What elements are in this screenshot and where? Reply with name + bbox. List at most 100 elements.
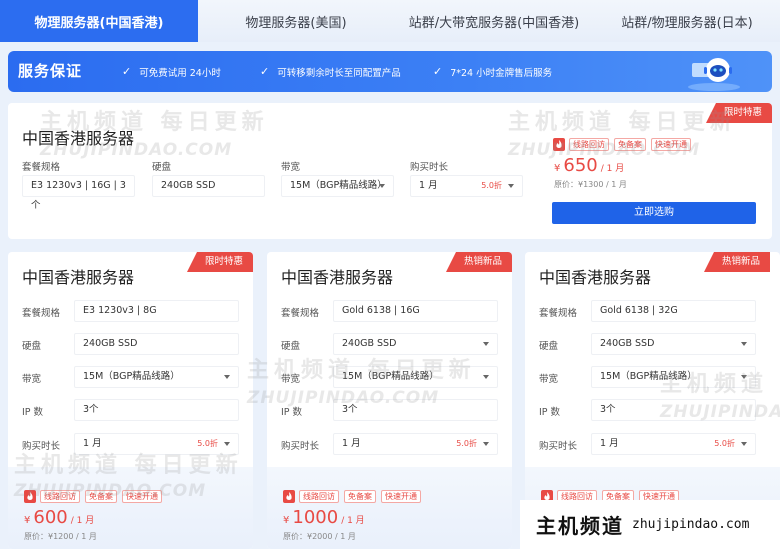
buy-now-button[interactable]: 立即选购 bbox=[552, 202, 756, 224]
service-banner: 服务保证 ✓ 可免费试用 24小时 ✓ 可转移剩余时长至同配置产品 ✓ 7*24… bbox=[8, 51, 772, 92]
chevron-down-icon bbox=[508, 184, 514, 188]
discount-label: 5.0折 bbox=[456, 434, 477, 454]
bandwidth-select[interactable]: 15M（BGP精品线路） bbox=[281, 175, 394, 197]
spec-field: E3 1230v3 | 8G bbox=[74, 300, 239, 322]
chevron-down-icon bbox=[224, 375, 230, 379]
feature-tag: 线路回访 bbox=[299, 490, 339, 503]
chevron-down-icon bbox=[224, 442, 230, 446]
fire-icon bbox=[553, 138, 565, 151]
bandwidth-value: 15M（BGP精品线路） bbox=[342, 371, 439, 382]
ip-value: 3个 bbox=[83, 404, 99, 415]
guarantee-item: ✓ 可免费试用 24小时 bbox=[122, 51, 221, 92]
price-unit: / 1 月 bbox=[71, 516, 94, 526]
spec-field: Gold 6138 | 32G bbox=[591, 300, 756, 322]
duration-select[interactable]: 1 月5.0折 bbox=[591, 433, 756, 455]
ip-field: 3个 bbox=[333, 399, 498, 421]
guarantee-text: 可转移剩余时长至同配置产品 bbox=[277, 65, 401, 79]
chevron-down-icon bbox=[483, 442, 489, 446]
bandwidth-value: 15M（BGP精品线路） bbox=[83, 371, 180, 382]
spec-label: 套餐规格 bbox=[539, 305, 577, 319]
bandwidth-value: 15M（BGP精品线路） bbox=[600, 371, 697, 382]
bandwidth-value: 15M（BGP精品线路） bbox=[290, 180, 387, 191]
currency-symbol: ¥ bbox=[554, 163, 560, 174]
feature-tag: 快速开通 bbox=[122, 490, 162, 503]
ip-label: IP 数 bbox=[281, 404, 302, 418]
support-robot-icon bbox=[684, 53, 744, 91]
disk-select[interactable]: 240GB SSD bbox=[591, 333, 756, 355]
duration-select[interactable]: 1 月 5.0折 bbox=[333, 433, 498, 455]
chevron-down-icon bbox=[483, 342, 489, 346]
logo-en: zhujipindao.com bbox=[632, 517, 749, 532]
feature-tags: 线路回访 免备案 快速开通 bbox=[24, 490, 167, 503]
discount-label: 5.0折 bbox=[197, 434, 218, 454]
guarantee-item: ✓ 可转移剩余时长至同配置产品 bbox=[260, 51, 401, 92]
feature-tag: 免备案 bbox=[344, 490, 376, 503]
feature-tag: 线路回访 bbox=[569, 138, 609, 151]
banner-title: 服务保证 bbox=[18, 51, 82, 92]
duration-select[interactable]: 1 月 5.0折 bbox=[410, 175, 523, 197]
disk-label: 硬盘 bbox=[22, 338, 41, 352]
spec-value: Gold 6138 | 16G bbox=[342, 305, 420, 316]
check-icon: ✓ bbox=[433, 65, 442, 78]
currency-symbol: ¥ bbox=[24, 515, 30, 526]
duration-label: 购买时长 bbox=[410, 159, 448, 173]
ip-value: 3个 bbox=[600, 404, 616, 415]
promo-ribbon: 热销新品 bbox=[704, 252, 770, 272]
card-title: 中国香港服务器 bbox=[22, 264, 134, 288]
discount-label: 5.0折 bbox=[714, 434, 735, 454]
disk-label: 硬盘 bbox=[539, 338, 558, 352]
bandwidth-select[interactable]: 15M（BGP精品线路） bbox=[591, 366, 756, 388]
promo-ribbon: 限时特惠 bbox=[706, 103, 772, 123]
check-icon: ✓ bbox=[260, 65, 269, 78]
feature-tag: 免备案 bbox=[85, 490, 117, 503]
product-card: 限时特惠 中国香港服务器 套餐规格 E3 1230v3 | 8G 硬盘 240G… bbox=[8, 252, 253, 549]
chevron-down-icon bbox=[741, 442, 747, 446]
disk-value: 240GB SSD bbox=[600, 338, 654, 349]
tab-jp-sitegroup[interactable]: 站群/物理服务器(日本) bbox=[594, 0, 780, 42]
ip-field: 3个 bbox=[591, 399, 756, 421]
price-unit: / 1 月 bbox=[341, 516, 364, 526]
original-price: 原价：¥2000 / 1 月 bbox=[283, 531, 356, 542]
disk-select[interactable]: 240GB SSD bbox=[333, 333, 498, 355]
bandwidth-label: 带宽 bbox=[281, 371, 300, 385]
duration-value: 1 月 bbox=[342, 438, 361, 449]
card-title: 中国香港服务器 bbox=[281, 264, 393, 288]
chevron-down-icon bbox=[741, 375, 747, 379]
spec-label: 套餐规格 bbox=[22, 159, 60, 173]
disk-field: 240GB SSD bbox=[152, 175, 265, 197]
duration-label: 购买时长 bbox=[22, 438, 60, 452]
spec-label: 套餐规格 bbox=[22, 305, 60, 319]
original-price: 原价：¥1300 / 1 月 bbox=[554, 179, 627, 190]
feature-tag: 免备案 bbox=[614, 138, 646, 151]
bandwidth-select[interactable]: 15M（BGP精品线路） bbox=[333, 366, 498, 388]
guarantee-text: 7*24 小时金牌售后服务 bbox=[450, 65, 552, 79]
disk-field: 240GB SSD bbox=[74, 333, 239, 355]
spec-field: Gold 6138 | 16G bbox=[333, 300, 498, 322]
promo-ribbon: 限时特惠 bbox=[187, 252, 253, 272]
ip-value: 3个 bbox=[342, 404, 358, 415]
tab-us-physical[interactable]: 物理服务器(美国) bbox=[198, 0, 394, 42]
fire-icon bbox=[24, 490, 36, 503]
bandwidth-select[interactable]: 15M（BGP精品线路） bbox=[74, 366, 239, 388]
ip-field: 3个 bbox=[74, 399, 239, 421]
chevron-down-icon bbox=[483, 375, 489, 379]
duration-select[interactable]: 1 月 5.0折 bbox=[74, 433, 239, 455]
feature-tag: 快速开通 bbox=[381, 490, 421, 503]
feature-tags: 线路回访 免备案 快速开通 bbox=[283, 490, 426, 503]
price-value: 650 bbox=[563, 155, 597, 176]
spec-value: E3 1230v3 | 8G bbox=[83, 305, 157, 316]
tab-hk-physical[interactable]: 物理服务器(中国香港) bbox=[0, 0, 198, 42]
promo-ribbon: 热销新品 bbox=[446, 252, 512, 272]
tab-hk-sitegroup[interactable]: 站群/大带宽服务器(中国香港) bbox=[394, 0, 594, 42]
duration-value: 1 月 bbox=[83, 438, 102, 449]
spec-label: 套餐规格 bbox=[281, 305, 319, 319]
disk-label: 硬盘 bbox=[152, 159, 171, 173]
spec-field: E3 1230v3 | 16G | 3个 bbox=[22, 175, 135, 197]
original-price: 原价：¥1200 / 1 月 bbox=[24, 531, 97, 542]
price: ¥600/ 1 月 bbox=[24, 507, 94, 528]
guarantee-text: 可免费试用 24小时 bbox=[139, 65, 221, 79]
disk-value: 240GB SSD bbox=[342, 338, 396, 349]
disk-value: 240GB SSD bbox=[83, 338, 137, 349]
discount-label: 5.0折 bbox=[481, 176, 502, 196]
product-card: 热销新品 中国香港服务器 套餐规格 Gold 6138 | 16G 硬盘 240… bbox=[267, 252, 512, 549]
